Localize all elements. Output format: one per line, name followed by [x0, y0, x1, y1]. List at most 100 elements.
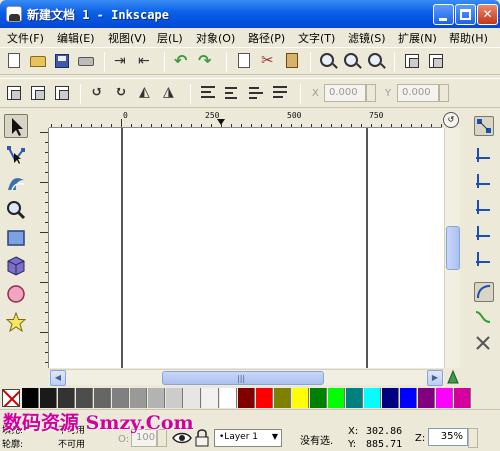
rectangle-tool[interactable] [4, 226, 28, 250]
snap-paths[interactable] [474, 308, 494, 328]
rotate-ccw-button[interactable]: ↺ [88, 83, 108, 103]
color-swatch[interactable] [400, 388, 417, 408]
color-swatch[interactable] [292, 388, 309, 408]
inkscape-app-icon[interactable] [6, 6, 22, 22]
vertical-scroll-thumb[interactable] [446, 226, 460, 270]
vertical-ruler[interactable] [33, 128, 49, 368]
node-tool[interactable] [4, 142, 28, 166]
zoom-spinner[interactable] [468, 428, 478, 448]
export-button[interactable]: ⇤ [136, 51, 156, 71]
ellipse-tool[interactable] [4, 282, 28, 306]
snap-bbox-corner[interactable] [474, 198, 494, 218]
palette-menu-icon[interactable] [446, 369, 460, 385]
clone-button[interactable] [426, 51, 446, 71]
maximize-button[interactable] [455, 4, 476, 25]
color-swatch[interactable] [220, 388, 237, 408]
color-swatch[interactable] [382, 388, 399, 408]
color-swatch[interactable] [202, 388, 219, 408]
undo-button[interactable]: ↶ [172, 51, 192, 71]
color-swatch[interactable] [274, 388, 291, 408]
color-swatch[interactable] [418, 388, 435, 408]
color-swatch[interactable] [436, 388, 453, 408]
color-swatch[interactable] [184, 388, 201, 408]
color-swatch[interactable] [166, 388, 183, 408]
redo-button[interactable]: ↷ [196, 51, 216, 71]
open-button[interactable] [28, 51, 48, 71]
snap-path-intersections[interactable] [474, 334, 494, 354]
menu-view[interactable]: 视图(V) [108, 30, 146, 46]
selector-tool[interactable] [4, 114, 28, 138]
menu-path[interactable]: 路径(P) [248, 30, 285, 46]
zoom-tool[interactable] [4, 198, 28, 222]
color-swatch[interactable] [94, 388, 111, 408]
zoom-field[interactable]: 35% [428, 428, 468, 446]
color-swatch[interactable] [130, 388, 147, 408]
menu-object[interactable]: 对象(O) [196, 30, 235, 46]
scroll-left-button[interactable]: ◀ [50, 370, 66, 386]
duplicate-button[interactable] [402, 51, 422, 71]
layer-selector[interactable]: •Layer 1 ▼ [214, 429, 282, 447]
print-button[interactable] [76, 51, 96, 71]
minimize-button[interactable] [433, 4, 454, 25]
color-swatch[interactable] [256, 388, 273, 408]
no-paint-swatch[interactable] [2, 389, 20, 407]
flip-vertical-button[interactable]: ◮ [160, 83, 180, 103]
drawing-canvas[interactable] [49, 128, 444, 368]
lower-button[interactable] [246, 83, 266, 103]
new-document-button[interactable] [4, 51, 24, 71]
select-all-layers-button[interactable] [28, 83, 48, 103]
menu-file[interactable]: 文件(F) [7, 30, 44, 46]
tweak-tool[interactable] [4, 170, 28, 194]
zoom-page-button[interactable] [366, 51, 386, 71]
snap-bbox[interactable] [474, 146, 494, 166]
color-swatch[interactable] [238, 388, 255, 408]
color-swatch[interactable] [328, 388, 345, 408]
horizontal-scrollbar[interactable]: ◀ ||| ▶ [49, 369, 444, 386]
zoom-drawing-button[interactable] [342, 51, 362, 71]
color-swatch[interactable] [364, 388, 381, 408]
star-tool[interactable] [4, 310, 28, 334]
vertical-scrollbar[interactable] [444, 128, 460, 368]
snap-bbox-edge[interactable] [474, 172, 494, 192]
menu-filters[interactable]: 滤镜(S) [348, 30, 386, 46]
horizontal-scroll-thumb[interactable]: ||| [162, 371, 324, 385]
flip-horizontal-button[interactable]: ◭ [136, 83, 156, 103]
color-swatch[interactable] [58, 388, 75, 408]
x-field[interactable]: 0.000 [324, 84, 366, 102]
cut-button[interactable]: ✂ [258, 51, 278, 71]
menu-layer[interactable]: 层(L) [157, 30, 183, 46]
x-spinner[interactable] [366, 84, 376, 102]
menu-extensions[interactable]: 扩展(N) [398, 30, 437, 46]
zoom-correction-icon[interactable]: ↺ [443, 112, 459, 128]
horizontal-ruler[interactable]: 0 250 500 750 [49, 111, 442, 128]
3d-box-tool[interactable] [4, 254, 28, 278]
color-swatch[interactable] [346, 388, 363, 408]
lower-to-bottom-button[interactable] [270, 83, 290, 103]
zoom-selection-button[interactable] [318, 51, 338, 71]
y-field[interactable]: 0.000 [397, 84, 439, 102]
snap-bbox-center[interactable] [474, 250, 494, 270]
select-all-button[interactable] [4, 83, 24, 103]
color-swatch[interactable] [40, 388, 57, 408]
rotate-cw-button[interactable]: ↻ [112, 83, 132, 103]
raise-to-top-button[interactable] [198, 83, 218, 103]
menu-text[interactable]: 文字(T) [298, 30, 335, 46]
close-button[interactable]: ✕ [477, 4, 498, 25]
raise-button[interactable] [222, 83, 242, 103]
snap-bbox-midpoint[interactable] [474, 224, 494, 244]
menu-edit[interactable]: 编辑(E) [57, 30, 95, 46]
stroke-value[interactable]: 不可用 [58, 437, 85, 450]
color-swatch[interactable] [112, 388, 129, 408]
color-swatch[interactable] [76, 388, 93, 408]
color-swatch[interactable] [454, 388, 471, 408]
deselect-button[interactable] [52, 83, 72, 103]
save-button[interactable] [52, 51, 72, 71]
paste-button[interactable] [282, 51, 302, 71]
y-spinner[interactable] [439, 84, 449, 102]
import-button[interactable]: ⇥ [112, 51, 132, 71]
color-swatch[interactable] [148, 388, 165, 408]
scroll-right-button[interactable]: ▶ [427, 370, 443, 386]
menu-help[interactable]: 帮助(H) [449, 30, 488, 46]
layer-lock-toggle[interactable] [194, 428, 214, 448]
snap-nodes[interactable] [474, 282, 494, 302]
